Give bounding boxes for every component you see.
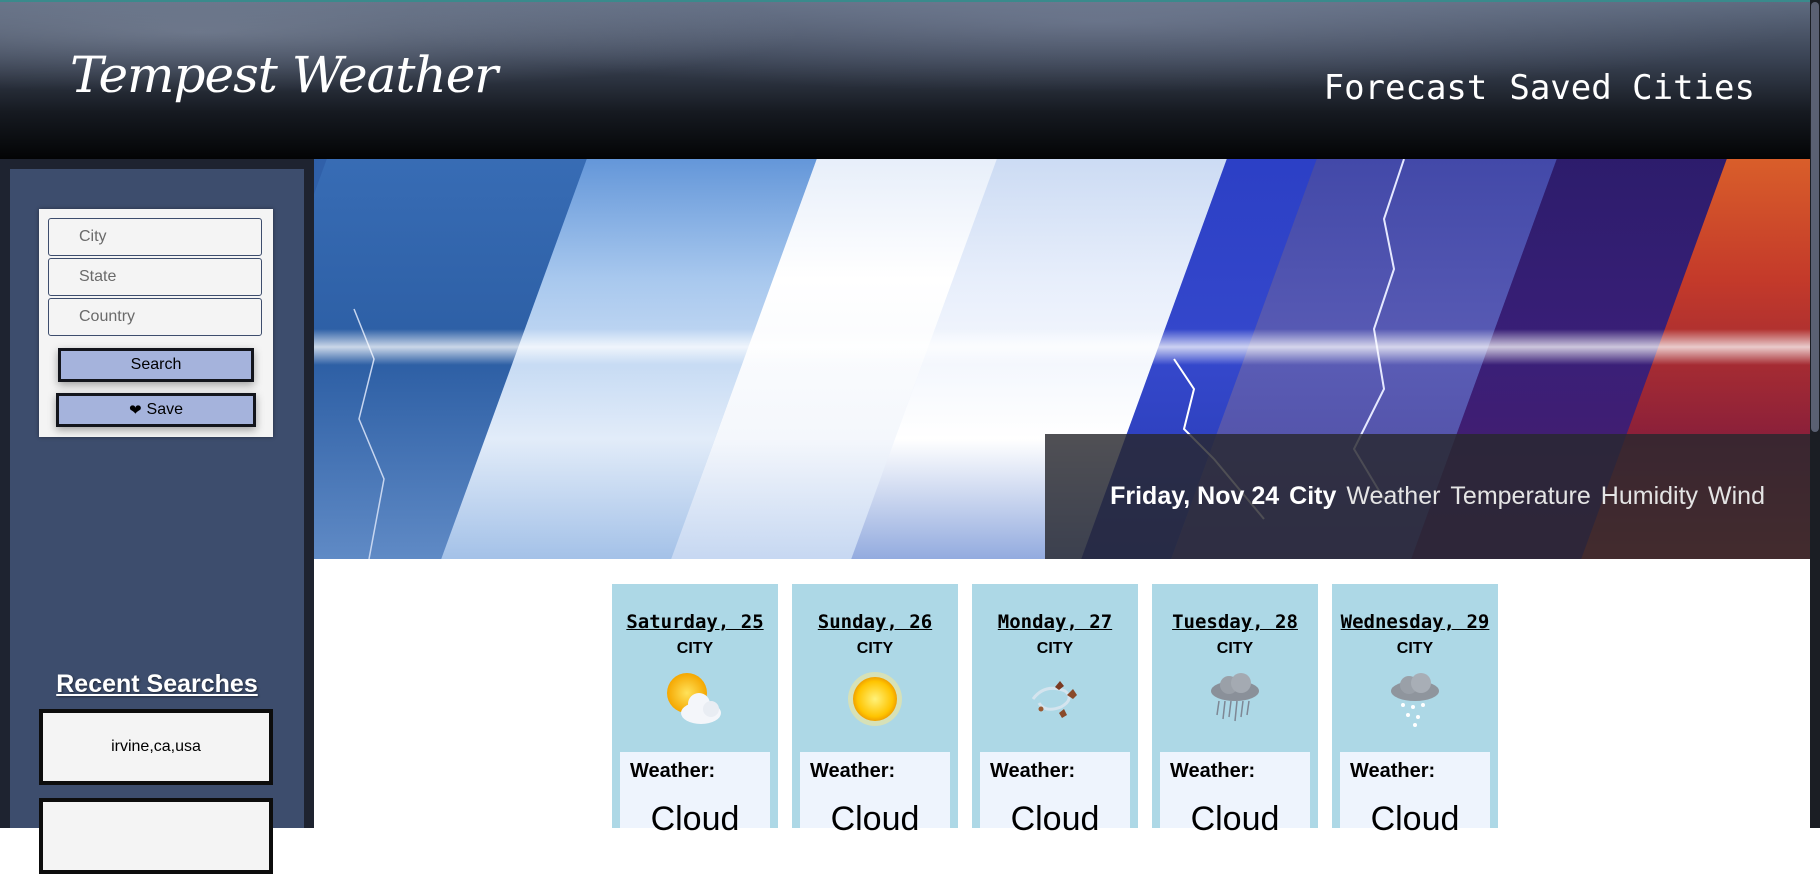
weather-label: Weather: bbox=[990, 760, 1076, 782]
current-date: Friday, Nov 24 bbox=[1110, 482, 1280, 510]
current-humidity: Humidity bbox=[1600, 482, 1699, 510]
current-wind: Wind bbox=[1708, 482, 1765, 510]
current-weather-bar: Friday, Nov 24 City Weather Temperature … bbox=[1045, 434, 1810, 559]
forecast-city: CITY bbox=[1216, 640, 1254, 657]
save-button[interactable]: ❤ Save bbox=[56, 393, 256, 427]
weather-value: Cloud bbox=[650, 800, 740, 838]
forecast-day: Saturday, 25 bbox=[626, 611, 764, 633]
forecast-city: CITY bbox=[1036, 640, 1074, 657]
wind-leaves-icon bbox=[1031, 681, 1077, 718]
recent-search-item[interactable] bbox=[39, 798, 273, 874]
forecast-card: Saturday, 25 CITY Weather: Cloud bbox=[612, 584, 778, 838]
forecast-day: Monday, 27 bbox=[997, 611, 1113, 633]
weather-label: Weather: bbox=[1350, 760, 1436, 782]
forecast-card: Tuesday, 28 CITY Weather: Cloud bbox=[1152, 584, 1318, 838]
search-form: Search ❤ Save bbox=[39, 209, 273, 437]
city-input[interactable] bbox=[48, 218, 262, 256]
current-city: City bbox=[1289, 482, 1337, 510]
sun-icon bbox=[848, 672, 902, 726]
hero-glare bbox=[314, 329, 1810, 365]
weather-value: Cloud bbox=[1190, 800, 1280, 838]
forecast-day: Tuesday, 28 bbox=[1172, 611, 1298, 633]
forecast-details: Weather: Cloud bbox=[800, 752, 950, 838]
forecast-day: Sunday, 26 bbox=[817, 611, 933, 633]
weather-value: Cloud bbox=[830, 800, 920, 838]
scrollbar-thumb[interactable] bbox=[1811, 2, 1819, 432]
forecast-details: Weather: Cloud bbox=[980, 752, 1130, 838]
main-nav: Forecast Saved Cities bbox=[1324, 68, 1755, 108]
current-temperature: Temperature bbox=[1450, 482, 1591, 510]
forecast-card: Sunday, 26 CITY Weather: Cloud bbox=[792, 584, 958, 838]
forecast-details: Weather: Cloud bbox=[1340, 752, 1490, 838]
search-button[interactable]: Search bbox=[58, 348, 254, 382]
weather-value: Cloud bbox=[1370, 800, 1460, 838]
weather-hero-banner: Friday, Nov 24 City Weather Temperature … bbox=[314, 159, 1810, 559]
forecast-day: Wednesday, 29 bbox=[1340, 611, 1490, 633]
weather-label: Weather: bbox=[630, 760, 716, 782]
forecast-card: Wednesday, 29 CITY Weather: Cloud bbox=[1332, 584, 1498, 838]
partly-cloudy-icon bbox=[667, 673, 721, 724]
forecast-city: CITY bbox=[1396, 640, 1434, 657]
forecast-city: CITY bbox=[676, 640, 714, 657]
state-input[interactable] bbox=[48, 258, 262, 296]
snow-cloud-icon bbox=[1391, 673, 1439, 727]
recent-search-item[interactable]: irvine,ca,usa bbox=[39, 709, 273, 785]
forecast-city: CITY bbox=[856, 640, 894, 657]
search-button-label: Search bbox=[130, 356, 182, 373]
save-button-label: Save bbox=[146, 401, 184, 418]
weather-value: Cloud bbox=[1010, 800, 1100, 838]
forecast-details: Weather: Cloud bbox=[1160, 752, 1310, 838]
forecast-card: Monday, 27 CITY Weather: Cloud bbox=[972, 584, 1138, 838]
site-header: Tempest Weather Forecast Saved Cities bbox=[0, 0, 1810, 159]
nav-saved-cities-link[interactable]: Saved Cities bbox=[1509, 68, 1755, 108]
rain-cloud-icon bbox=[1211, 673, 1259, 722]
recent-searches-title: Recent Searches bbox=[56, 670, 258, 698]
weather-label: Weather: bbox=[810, 760, 896, 782]
country-input[interactable] bbox=[48, 298, 262, 336]
forecast-details: Weather: Cloud bbox=[620, 752, 770, 838]
weather-label: Weather: bbox=[1170, 760, 1256, 782]
nav-forecast-link[interactable]: Forecast bbox=[1324, 68, 1488, 108]
site-logo[interactable]: Tempest Weather bbox=[70, 46, 498, 104]
current-weather: Weather bbox=[1346, 482, 1441, 510]
heart-icon: ❤ bbox=[128, 401, 142, 419]
